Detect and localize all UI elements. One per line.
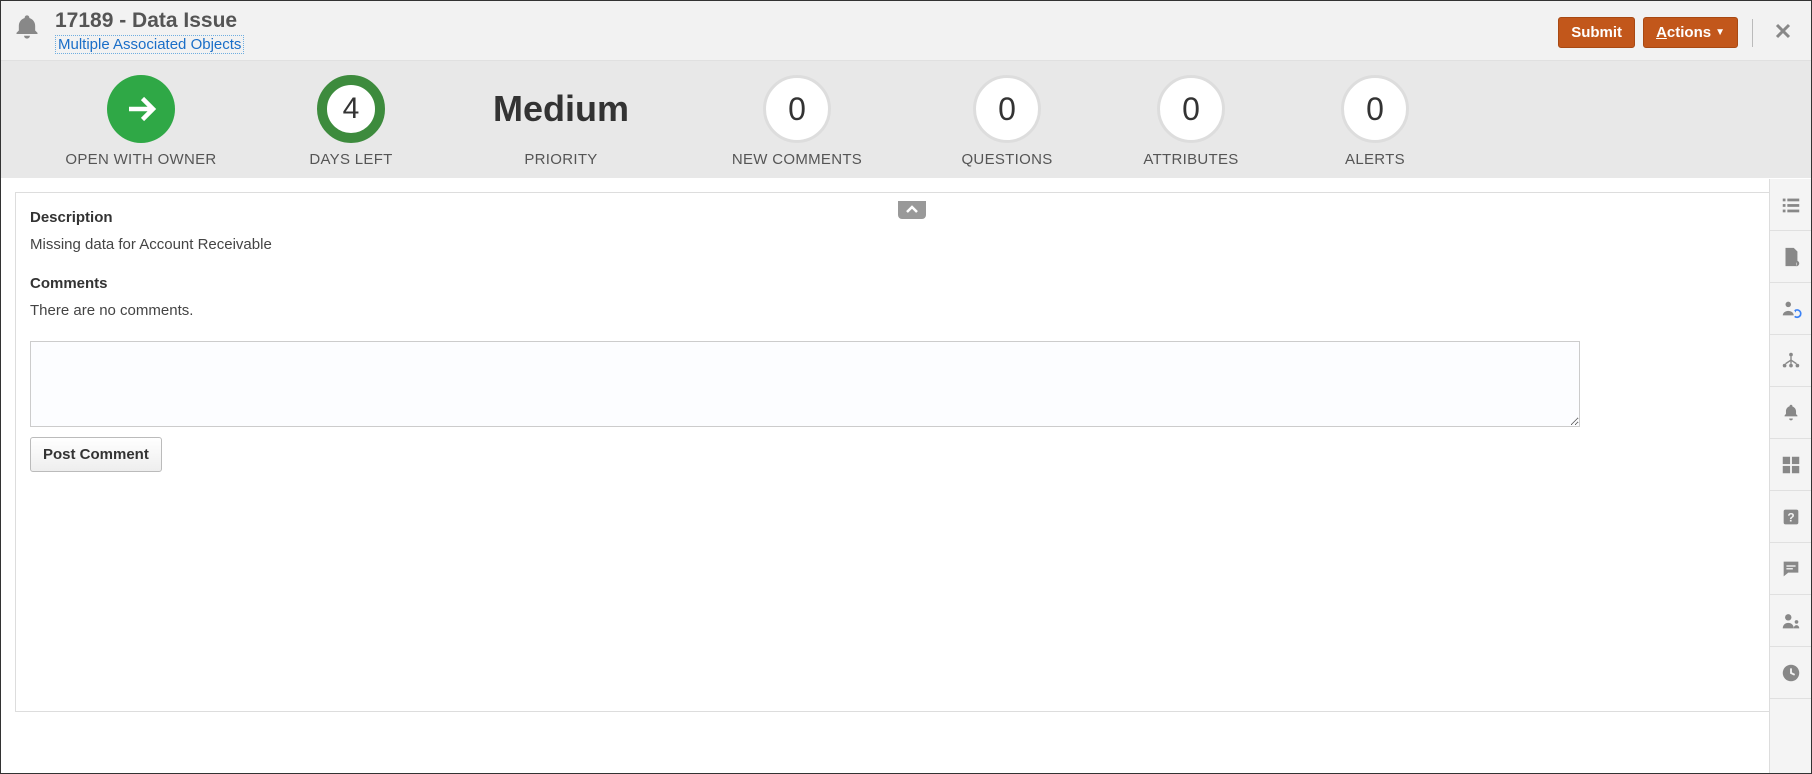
questions-value: 0: [973, 75, 1041, 143]
attributes-icon[interactable]: [1770, 439, 1811, 491]
status-icon: [107, 75, 175, 143]
stats-bar: OPEN WITH OWNER 4 DAYS LEFT Medium PRIOR…: [1, 61, 1811, 178]
stat-label: OPEN WITH OWNER: [65, 151, 216, 168]
svg-text:i: i: [1795, 261, 1796, 266]
list-icon[interactable]: [1770, 179, 1811, 231]
document-info-icon[interactable]: i: [1770, 231, 1811, 283]
chevron-down-icon: ▼: [1715, 27, 1725, 38]
content-box: Description Missing data for Account Rec…: [15, 192, 1797, 712]
main-area: Description Missing data for Account Rec…: [1, 178, 1811, 746]
divider: [1752, 19, 1753, 47]
title-area: 17189 - Data Issue Multiple Associated O…: [55, 9, 244, 54]
person-icon[interactable]: [1770, 595, 1811, 647]
clock-icon[interactable]: [1770, 647, 1811, 699]
svg-text:?: ?: [1787, 510, 1794, 524]
collapse-handle[interactable]: [898, 201, 926, 219]
chat-icon[interactable]: [1770, 543, 1811, 595]
stat-priority: Medium PRIORITY: [461, 75, 661, 168]
days-left-value: 4: [317, 75, 385, 143]
stat-label: NEW COMMENTS: [732, 151, 862, 168]
stat-label: ALERTS: [1345, 151, 1405, 168]
comments-empty: There are no comments.: [30, 302, 1782, 319]
page-title: 17189 - Data Issue: [55, 9, 244, 33]
post-comment-button[interactable]: Post Comment: [30, 437, 162, 472]
associated-objects-link[interactable]: Multiple Associated Objects: [55, 35, 244, 54]
stat-attributes: 0 ATTRIBUTES: [1117, 75, 1265, 168]
stat-label: QUESTIONS: [961, 151, 1052, 168]
workflow-icon[interactable]: [1770, 335, 1811, 387]
new-comments-value: 0: [763, 75, 831, 143]
stat-label: ATTRIBUTES: [1143, 151, 1238, 168]
header-right: Submit Actions ▼: [1558, 15, 1799, 50]
alerts-value: 0: [1341, 75, 1409, 143]
header-left: 17189 - Data Issue Multiple Associated O…: [13, 9, 244, 54]
bell-icon[interactable]: [1770, 387, 1811, 439]
stat-label: PRIORITY: [524, 151, 597, 168]
bell-icon: [13, 13, 41, 44]
content: Description Missing data for Account Rec…: [1, 178, 1811, 746]
submit-button[interactable]: Submit: [1558, 17, 1635, 48]
attributes-value: 0: [1157, 75, 1225, 143]
actions-button[interactable]: Actions ▼: [1643, 17, 1738, 48]
stat-status: OPEN WITH OWNER: [41, 75, 241, 168]
header-bar: 17189 - Data Issue Multiple Associated O…: [1, 1, 1811, 61]
comment-input[interactable]: [30, 341, 1580, 427]
stat-new-comments: 0 NEW COMMENTS: [697, 75, 897, 168]
description-text: Missing data for Account Receivable: [30, 236, 1782, 253]
priority-value: Medium: [493, 75, 629, 143]
stat-questions: 0 QUESTIONS: [933, 75, 1081, 168]
stat-label: DAYS LEFT: [309, 151, 392, 168]
user-refresh-icon[interactable]: [1770, 283, 1811, 335]
right-sidebar: i ?: [1769, 179, 1811, 773]
comments-title: Comments: [30, 275, 1782, 292]
close-icon[interactable]: [1767, 15, 1799, 50]
stat-alerts: 0 ALERTS: [1301, 75, 1449, 168]
help-icon[interactable]: ?: [1770, 491, 1811, 543]
stat-days-left: 4 DAYS LEFT: [277, 75, 425, 168]
